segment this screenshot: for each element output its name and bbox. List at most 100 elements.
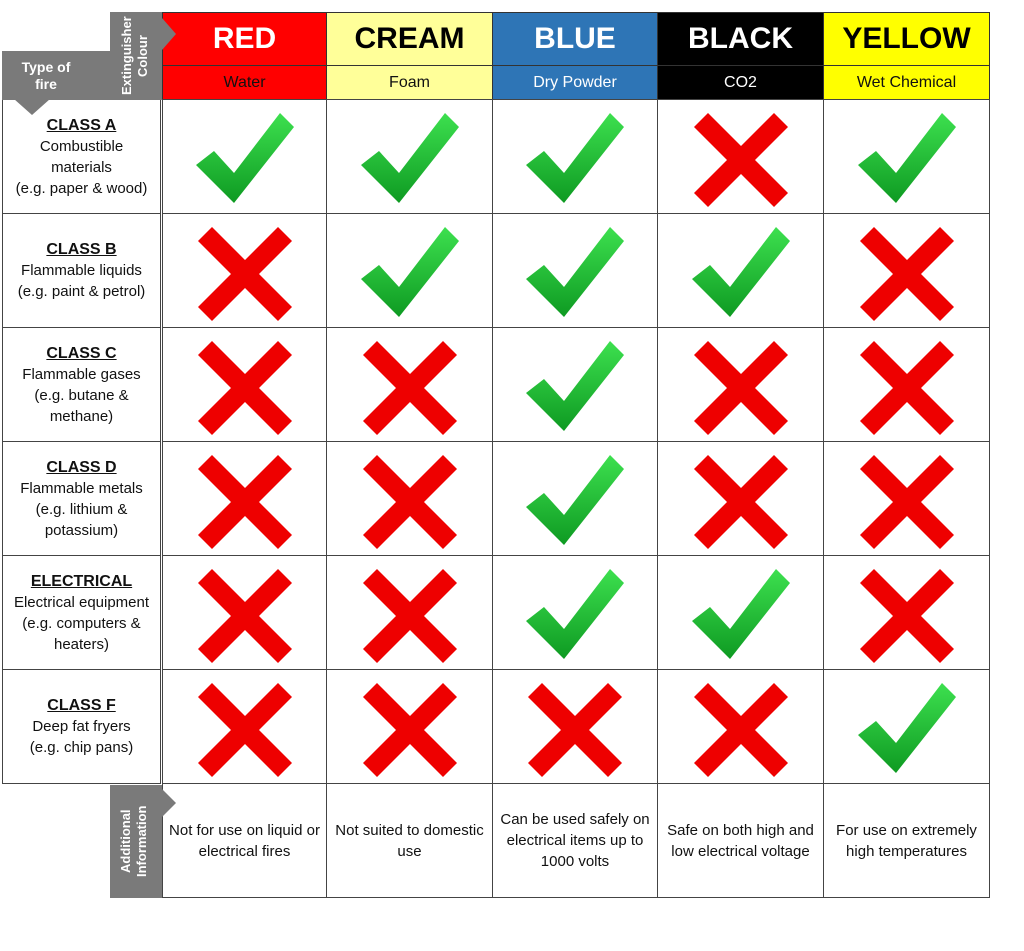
- fire-class-label: CLASS C Flammable gases (e.g. butane & meth…: [2, 327, 161, 442]
- suitability-cell: [326, 441, 493, 556]
- check-icon: [526, 340, 624, 431]
- suitability-cell: [162, 99, 327, 214]
- additional-info: Can be used safely on electrical items u…: [492, 783, 658, 898]
- suitability-cell: [823, 213, 990, 328]
- fire-class-title: CLASS C: [46, 344, 117, 362]
- extinguisher-agent: Dry Powder: [492, 65, 658, 100]
- fire-class-label: CLASS D Flammable metals (e.g. lithium & po…: [2, 441, 161, 556]
- check-icon: [526, 226, 624, 317]
- agent-name: CO2: [724, 73, 757, 91]
- cross-icon: [859, 454, 954, 549]
- suitability-cell: [657, 669, 824, 784]
- fire-class-title: CLASS F: [47, 697, 116, 714]
- check-icon: [526, 568, 624, 659]
- fire-class-title: CLASS A: [46, 116, 117, 134]
- info-text: For use on extremely high temperatures: [836, 821, 977, 860]
- cross-icon: [362, 568, 457, 663]
- fire-class-description: Flammable gases: [22, 365, 141, 383]
- agent-name: Dry Powder: [533, 73, 617, 91]
- fire-class-label: CLASS F Deep fat fryers (e.g. chip pans): [2, 669, 161, 784]
- colour-name: YELLOW: [842, 22, 971, 55]
- cross-icon: [859, 226, 954, 321]
- cross-icon: [859, 568, 954, 663]
- extinguisher-agent: Wet Chemical: [823, 65, 990, 100]
- suitability-cell: [326, 555, 493, 670]
- suitability-cell: [162, 669, 327, 784]
- fire-class-description: Flammable metals: [20, 479, 143, 497]
- fire-class-title: CLASS D: [46, 458, 117, 476]
- info-text: Not for use on liquid or electrical fire…: [169, 821, 320, 860]
- additional-info: Not for use on liquid or electrical fire…: [162, 783, 327, 898]
- cross-icon: [197, 454, 292, 549]
- extinguisher-colour-blue: BLUE: [492, 12, 658, 66]
- fire-class-description: (e.g. paint & petrol): [17, 283, 146, 300]
- additional-information-label: Additional Information: [110, 785, 162, 898]
- suitability-cell: [492, 555, 658, 670]
- cross-icon: [693, 454, 788, 549]
- additional-info: For use on extremely high temperatures: [823, 783, 990, 898]
- agent-name: Water: [223, 73, 266, 91]
- fire-class-label: CLASS A Combustible materials (e.g. paper &…: [2, 99, 161, 214]
- extinguisher-colour-black: BLACK: [657, 12, 824, 66]
- suitability-cell: [492, 213, 658, 328]
- suitability-cell: [492, 441, 658, 556]
- cross-icon: [693, 682, 788, 777]
- cross-icon: [362, 340, 457, 435]
- fire-class-description: Flammable liquids: [21, 262, 142, 279]
- check-icon: [360, 226, 459, 317]
- additional-info: Safe on both high and low electrical vol…: [657, 783, 824, 898]
- suitability-cell: [326, 669, 493, 784]
- suitability-cell: [657, 441, 824, 556]
- extinguisher-colour-label: Extinguisher Colour: [110, 12, 162, 100]
- suitability-cell: [657, 555, 824, 670]
- additional-information-arrow: [162, 789, 176, 817]
- cross-icon: [362, 682, 457, 777]
- colour-name: BLACK: [688, 22, 793, 55]
- check-icon: [857, 682, 956, 773]
- suitability-cell: [823, 327, 990, 442]
- additional-info: Not suited to domestic use: [326, 783, 493, 898]
- extinguisher-agent: Water: [162, 65, 327, 100]
- cross-icon: [528, 682, 622, 777]
- fire-class-title: CLASS B: [46, 241, 117, 258]
- extinguisher-colour-cream: CREAM: [326, 12, 493, 66]
- check-icon: [526, 112, 624, 203]
- check-icon: [691, 226, 790, 317]
- extinguisher-colour-yellow: YELLOW: [823, 12, 990, 66]
- cross-icon: [197, 568, 292, 663]
- fire-class-description: heaters): [53, 635, 110, 653]
- extinguisher-colour-arrow: [162, 18, 176, 50]
- fire-class-label: ELECTRICAL Electrical equipment (e.g. comp…: [2, 555, 161, 670]
- extinguisher-agent: Foam: [326, 65, 493, 100]
- cross-icon: [197, 682, 292, 777]
- suitability-cell: [162, 213, 327, 328]
- fire-class-description: (e.g. paper & wood): [15, 179, 148, 197]
- info-text: Not suited to domestic use: [335, 821, 484, 860]
- suitability-cell: [823, 555, 990, 670]
- colour-name: RED: [212, 22, 277, 55]
- info-text: Safe on both high and low electrical vol…: [667, 821, 814, 860]
- fire-class-label: CLASS B Flammable liquids (e.g. paint & pe…: [2, 213, 161, 328]
- check-icon: [857, 112, 956, 203]
- suitability-cell: [492, 99, 658, 214]
- suitability-cell: [823, 99, 990, 214]
- fire-class-description: (e.g. lithium &: [35, 500, 128, 518]
- suitability-cell: [657, 99, 824, 214]
- check-icon: [195, 112, 294, 203]
- fire-class-description: Electrical equipment: [13, 593, 150, 611]
- suitability-cell: [162, 327, 327, 442]
- agent-name: Wet Chemical: [856, 73, 957, 91]
- info-text: Can be used safely on electrical items u…: [500, 811, 650, 870]
- fire-class-title: ELECTRICAL: [30, 572, 133, 590]
- suitability-cell: [162, 441, 327, 556]
- fire-class-description: potassium): [44, 521, 119, 539]
- fire-class-description: Combustible: [39, 137, 124, 155]
- colour-name: CREAM: [354, 22, 465, 55]
- suitability-cell: [657, 327, 824, 442]
- cross-icon: [859, 340, 954, 435]
- suitability-cell: [326, 327, 493, 442]
- fire-class-description: materials: [51, 158, 112, 176]
- suitability-cell: [823, 669, 990, 784]
- fire-class-description: (e.g. chip pans): [29, 739, 134, 756]
- fire-class-description: Deep fat fryers: [32, 718, 131, 735]
